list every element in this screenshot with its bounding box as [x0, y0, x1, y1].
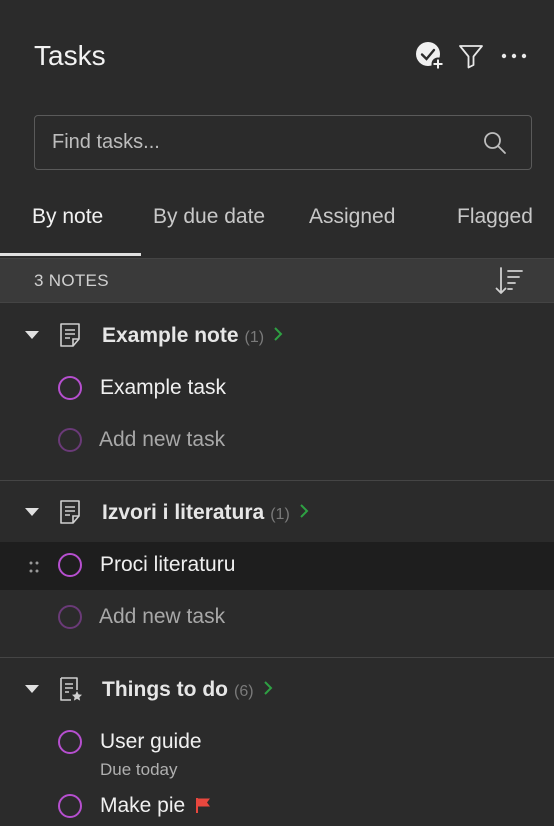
page-title: Tasks [34, 40, 106, 71]
add-new-task-button[interactable]: Add new task [99, 428, 225, 452]
task-row[interactable]: Make pie [0, 783, 554, 826]
flag-icon[interactable] [195, 797, 211, 813]
search-box [34, 115, 532, 170]
task-checkbox[interactable] [58, 730, 82, 754]
note-icon [60, 500, 80, 524]
add-task-row[interactable]: Add new task [0, 417, 554, 465]
note-title-link[interactable]: Things to do (6) [102, 678, 274, 702]
chevron-right-icon [274, 327, 283, 341]
note-task-count: (1) [270, 506, 290, 523]
task-checkbox[interactable] [58, 794, 82, 818]
tab-assigned[interactable]: Assigned [309, 205, 395, 229]
note-icon [60, 323, 80, 347]
note-title-link[interactable]: Izvori i literatura (1) [102, 501, 310, 525]
divider [0, 480, 554, 481]
note-group-header: Things to do (6) [0, 659, 554, 717]
tab-bar: By note By due date Assigned Flagged [0, 195, 554, 257]
note-title: Things to do [102, 678, 228, 701]
notes-count: 3 NOTES [34, 271, 109, 290]
add-task-row[interactable]: Add new task [0, 594, 554, 642]
note-group-header: Example note (1) [0, 305, 554, 363]
note-title: Izvori i literatura [102, 501, 265, 524]
drag-handle-icon[interactable] [28, 560, 40, 574]
search-input[interactable] [35, 116, 475, 169]
chevron-right-icon [300, 504, 309, 518]
task-checkbox[interactable] [58, 376, 82, 400]
task-label: Example task [100, 376, 227, 399]
collapse-caret-icon[interactable] [24, 681, 40, 697]
tab-by-note[interactable]: By note [32, 205, 103, 229]
task-label: Make pie [100, 794, 186, 817]
more-options-icon[interactable] [498, 40, 530, 72]
collapse-caret-icon[interactable] [24, 327, 40, 343]
add-new-task-button[interactable]: Add new task [99, 605, 225, 629]
add-task-circle [58, 428, 82, 452]
note-task-count: (1) [244, 329, 265, 346]
collapse-caret-icon[interactable] [24, 504, 40, 520]
note-group: Example note (1) Example task Add new tas… [0, 305, 554, 480]
tab-by-due-date[interactable]: By due date [153, 205, 265, 229]
add-task-circle [58, 605, 82, 629]
tab-flagged[interactable]: Flagged [457, 205, 533, 229]
header: Tasks [0, 0, 554, 110]
task-due-date: Due today [100, 760, 178, 779]
task-row[interactable]: Example task [0, 365, 554, 413]
note-group: Things to do (6) User guide Due today Mak… [0, 659, 554, 826]
add-task-icon[interactable] [414, 40, 446, 72]
note-title-link[interactable]: Example note (1) [102, 324, 284, 348]
note-group-header: Izvori i literatura (1) [0, 482, 554, 540]
task-label-with-flag: Make pie [100, 794, 211, 818]
task-label: User guide [100, 730, 202, 753]
notes-bar: 3 NOTES [0, 258, 554, 303]
note-group: Izvori i literatura (1) Proci literaturu … [0, 482, 554, 657]
note-title: Example note [102, 324, 239, 347]
task-label: Proci literaturu [100, 553, 236, 576]
starred-note-icon [60, 677, 82, 701]
task-checkbox[interactable] [58, 553, 82, 577]
active-tab-indicator [0, 253, 141, 256]
chevron-right-icon [263, 681, 272, 695]
note-task-count: (6) [233, 683, 254, 700]
search-icon[interactable] [483, 131, 507, 155]
filter-icon[interactable] [455, 40, 487, 72]
divider [0, 657, 554, 658]
task-row[interactable]: Proci literaturu [0, 542, 554, 590]
sort-icon[interactable] [494, 265, 524, 297]
task-row[interactable]: User guide Due today [0, 719, 554, 781]
